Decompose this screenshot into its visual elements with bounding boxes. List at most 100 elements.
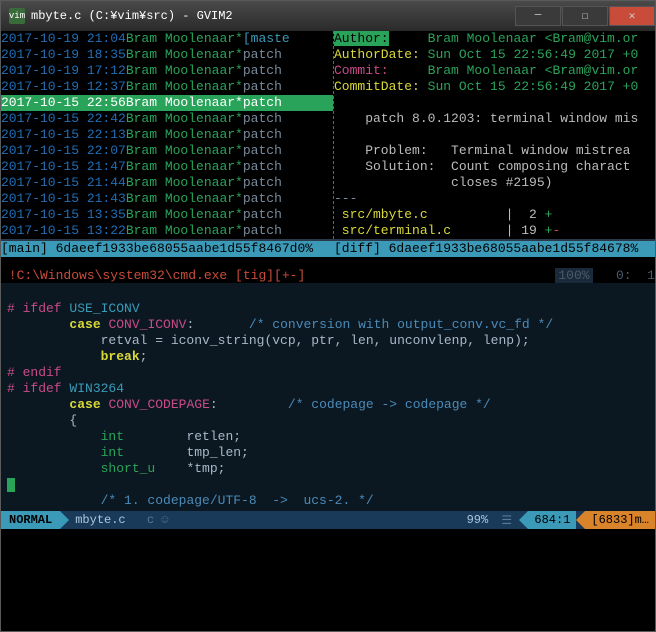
log-date: 2017-10-15 22:07 <box>1 143 126 159</box>
log-author: Bram Moolenaar <box>126 223 235 239</box>
diff-solution-label: Solution: <box>334 159 451 174</box>
log-row[interactable]: 2017-10-15 22:13 Bram Moolenaar * patch <box>1 127 333 143</box>
log-date: 2017-10-15 21:43 <box>1 191 126 207</box>
log-author: Bram Moolenaar <box>126 207 235 223</box>
close-button[interactable]: ✕ <box>609 6 655 26</box>
patch-tag: patch <box>243 63 282 79</box>
empty-area <box>1 529 655 631</box>
log-author: Bram Moolenaar <box>126 191 235 207</box>
diff-msg: patch 8.0.1203: terminal window mis <box>334 111 655 127</box>
log-row[interactable]: 2017-10-15 13:35 Bram Moolenaar * patch <box>1 207 333 223</box>
log-date: 2017-10-15 21:44 <box>1 175 126 191</box>
editor-content: 2017-10-19 21:04 Bram Moolenaar * [maste… <box>1 31 655 631</box>
log-row[interactable]: 2017-10-19 21:04 Bram Moolenaar * [maste <box>1 31 333 47</box>
code-line: short_u *tmp; <box>7 461 649 477</box>
log-date: 2017-10-15 21:47 <box>1 159 126 175</box>
code-editor[interactable]: # ifdef USE_ICONV case CONV_ICONV: /* co… <box>1 283 655 511</box>
log-row[interactable]: 2017-10-15 22:56 Bram Moolenaar * patch <box>1 95 333 111</box>
patch-tag: patch <box>243 95 282 111</box>
vim-statusline: NORMAL mbyte.c c ☺ 99% ☰ 684: 1 [6833]m… <box>1 511 655 529</box>
star-icon: * <box>235 159 243 175</box>
log-date: 2017-10-19 21:04 <box>1 31 126 47</box>
code-line: break; <box>7 349 649 365</box>
patch-tag: patch <box>243 127 282 143</box>
log-author: Bram Moolenaar <box>126 111 235 127</box>
log-date: 2017-10-15 22:42 <box>1 111 126 127</box>
log-author: Bram Moolenaar <box>126 31 235 47</box>
main-window: vim mbyte.c (C:¥vim¥src) - GVIM2 ─ ☐ ✕ 2… <box>0 0 656 632</box>
patch-tag: patch <box>243 79 282 95</box>
patch-tag: patch <box>243 111 282 127</box>
code-line: { <box>7 413 649 429</box>
log-row[interactable]: 2017-10-15 22:07 Bram Moolenaar * patch <box>1 143 333 159</box>
separator-icon: ☰ <box>494 513 519 528</box>
gap <box>1 257 655 267</box>
log-date: 2017-10-15 13:35 <box>1 207 126 223</box>
code-line: /* 1. codepage/UTF-8 -> ucs-2. */ <box>7 493 649 509</box>
cmd-pos: 0: 1 <box>593 268 655 283</box>
log-date: 2017-10-15 22:56 <box>1 95 126 111</box>
diff-commit-value: Bram Moolenaar <Bram@vim.or <box>428 63 639 78</box>
star-icon: * <box>235 143 243 159</box>
diff-status: [diff] 6daeef1933be68055aabe1d55f84678% <box>334 241 655 257</box>
star-icon: * <box>235 63 243 79</box>
star-icon: * <box>235 127 243 143</box>
diff-solution-value: Count composing charact <box>451 159 630 174</box>
log-row[interactable]: 2017-10-19 18:35 Bram Moolenaar * patch <box>1 47 333 63</box>
separator-icon <box>60 511 69 529</box>
patch-tag: patch <box>243 223 282 239</box>
main-status: [main] 6daeef1933be68055aabe1d55f8467d0% <box>1 241 334 257</box>
diff-file1-num: 2 <box>513 207 544 222</box>
tig-pane: 2017-10-19 21:04 Bram Moolenaar * [maste… <box>1 31 655 241</box>
star-icon: * <box>235 223 243 239</box>
patch-tag: patch <box>243 159 282 175</box>
log-author: Bram Moolenaar <box>126 143 235 159</box>
log-author: Bram Moolenaar <box>126 79 235 95</box>
log-row[interactable]: 2017-10-19 17:12 Bram Moolenaar * patch <box>1 63 333 79</box>
log-date: 2017-10-19 12:37 <box>1 79 126 95</box>
separator-icon <box>576 511 585 529</box>
code-line: # ifdef USE_ICONV <box>7 301 649 317</box>
minimize-button[interactable]: ─ <box>515 6 561 26</box>
diff-commitdate-value: Sun Oct 15 22:56:49 2017 +0 <box>428 79 639 94</box>
code-line <box>7 477 649 493</box>
diff-file1: src/mbyte.c <box>334 207 428 222</box>
git-diff-pane[interactable]: Author: Bram Moolenaar <Bram@vim.or Auth… <box>334 31 655 239</box>
minus-icon: - <box>552 223 560 238</box>
maximize-button[interactable]: ☐ <box>562 6 608 26</box>
diff-blank <box>334 127 655 143</box>
cmd-percent: 100% <box>555 268 592 283</box>
col-number: 1 <box>563 513 570 527</box>
log-row[interactable]: 2017-10-19 12:37 Bram Moolenaar * patch <box>1 79 333 95</box>
patch-tag: patch <box>243 175 282 191</box>
filename: mbyte.c <box>69 513 131 527</box>
file-percent: 99% <box>461 513 495 527</box>
code-line: int retlen; <box>7 429 649 445</box>
log-author: Bram Moolenaar <box>126 95 235 111</box>
plus-icon: + <box>545 207 553 222</box>
command-bar: !C:\Windows\system32\cmd.exe [tig][+-] 1… <box>1 267 655 283</box>
patch-tag: patch <box>243 47 282 63</box>
warning-indicator: [6833]m… <box>585 511 655 529</box>
diff-blank <box>334 95 655 111</box>
window-title: mbyte.c (C:¥vim¥src) - GVIM2 <box>31 9 514 23</box>
diff-problem-value: Terminal window mistrea <box>451 143 630 158</box>
code-line <box>7 285 649 301</box>
code-line: # endif <box>7 365 649 381</box>
titlebar[interactable]: vim mbyte.c (C:¥vim¥src) - GVIM2 ─ ☐ ✕ <box>1 1 655 31</box>
log-row[interactable]: 2017-10-15 13:22 Bram Moolenaar * patch <box>1 223 333 239</box>
log-date: 2017-10-19 18:35 <box>1 47 126 63</box>
log-row[interactable]: 2017-10-15 21:43 Bram Moolenaar * patch <box>1 191 333 207</box>
log-row[interactable]: 2017-10-15 22:42 Bram Moolenaar * patch <box>1 111 333 127</box>
log-row[interactable]: 2017-10-15 21:44 Bram Moolenaar * patch <box>1 175 333 191</box>
branch-tag: [maste <box>243 31 290 47</box>
diff-sep: --- <box>334 191 655 207</box>
star-icon: * <box>235 79 243 95</box>
diff-file2-num: 19 <box>513 223 544 238</box>
git-log-pane[interactable]: 2017-10-19 21:04 Bram Moolenaar * [maste… <box>1 31 334 239</box>
log-date: 2017-10-15 22:13 <box>1 127 126 143</box>
code-line: int tmp_len; <box>7 445 649 461</box>
filetype-icons: c ☺ <box>140 513 176 527</box>
log-author: Bram Moolenaar <box>126 63 235 79</box>
log-row[interactable]: 2017-10-15 21:47 Bram Moolenaar * patch <box>1 159 333 175</box>
